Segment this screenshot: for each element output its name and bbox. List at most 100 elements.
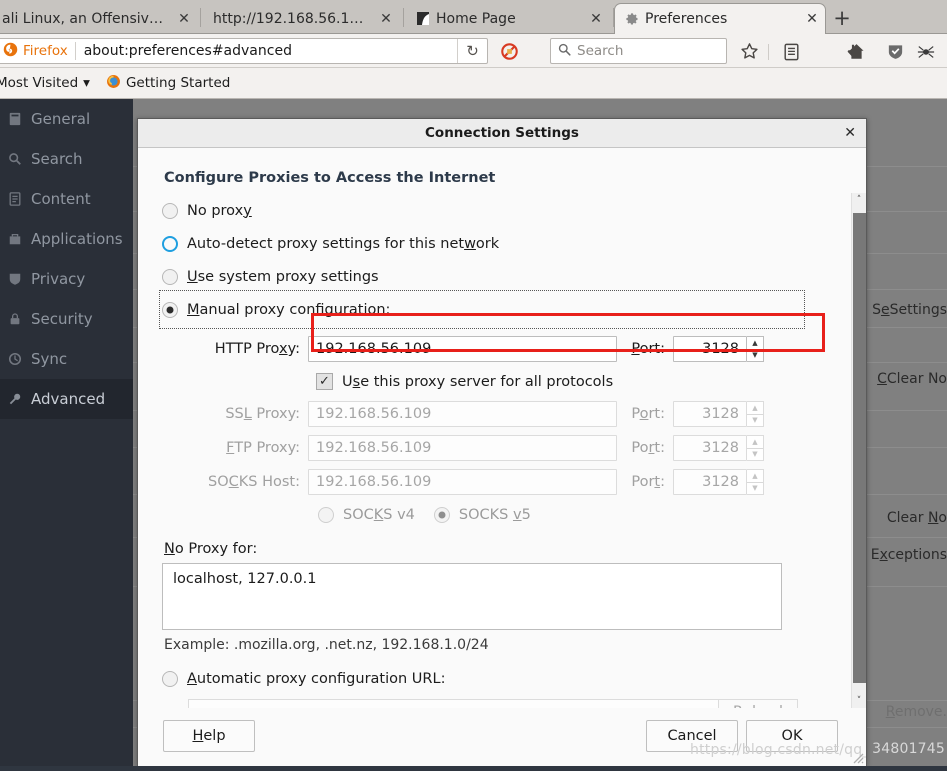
radio-manual-config[interactable]: Manual proxy configuration: [159, 290, 805, 329]
spinner-down-icon[interactable]: ▼ [747, 415, 763, 427]
ssl-port-spinner[interactable]: 3128 ▲ ▼ [673, 401, 764, 427]
library-icon[interactable] [780, 41, 802, 62]
window-bottom-bar [0, 766, 947, 771]
background-button-settings[interactable]: SeSettings [872, 302, 947, 318]
sidebar-item-advanced[interactable]: Advanced [0, 379, 133, 419]
bookmarks-toolbar: Most Visited ▾ Getting Started [0, 68, 947, 99]
url-text[interactable]: about:preferences#advanced [76, 43, 457, 59]
noscript-icon[interactable] [498, 41, 520, 62]
socks-port-spinner[interactable]: 3128 ▲ ▼ [673, 469, 764, 495]
close-icon[interactable]: ✕ [805, 11, 819, 27]
url-bar[interactable]: Firefox about:preferences#advanced ↻ [0, 38, 488, 64]
spinner-down-icon[interactable]: ▼ [747, 483, 763, 495]
close-icon[interactable]: ✕ [177, 11, 191, 27]
tab-separator [200, 8, 201, 27]
resize-grip[interactable] [851, 751, 864, 764]
background-button-exceptions[interactable]: Exceptions [871, 547, 947, 563]
sidebar-item-content[interactable]: Content [0, 179, 133, 219]
watermark-url: https://blog.csdn.net/qq_ [690, 742, 866, 758]
bookmark-getting-started[interactable]: Getting Started [100, 71, 236, 96]
background-button-clear-now-2[interactable]: Clear No [887, 510, 947, 526]
radio-socks-v4[interactable] [318, 507, 334, 523]
spider-icon[interactable] [915, 41, 937, 62]
spinner-up-icon[interactable]: ▲ [747, 436, 763, 449]
ftp-proxy-input[interactable]: 192.168.56.109 [308, 435, 617, 461]
http-port-spinner[interactable]: 3128 ▲ ▼ [673, 336, 764, 362]
search-bar[interactable]: Search [550, 38, 727, 64]
shield-icon[interactable] [884, 41, 906, 62]
radio-indicator[interactable] [162, 301, 178, 318]
spinner-up-icon[interactable]: ▲ [747, 470, 763, 483]
sidebar-item-security[interactable]: Security [0, 299, 133, 339]
privacy-icon [8, 272, 22, 286]
radio-indicator[interactable] [162, 268, 178, 285]
no-proxy-for-textarea[interactable]: localhost, 127.0.0.1 [162, 563, 782, 630]
scroll-up-icon[interactable]: ˄ [852, 193, 866, 207]
socks-host-input[interactable]: 192.168.56.109 [308, 469, 617, 495]
scroll-down-icon[interactable]: ˅ [852, 694, 866, 708]
radio-auto-detect[interactable]: Auto-detect proxy settings for this netw… [162, 227, 848, 260]
bookmark-most-visited[interactable]: Most Visited ▾ [0, 72, 96, 94]
radio-no-proxy[interactable]: No proxy [162, 194, 848, 227]
help-button[interactable]: Help [163, 720, 255, 752]
sidebar-item-search[interactable]: Search [0, 139, 133, 179]
use-for-all-protocols-row[interactable]: ✓ Use this proxy server for all protocol… [162, 366, 848, 397]
spinner-buttons[interactable]: ▲ ▼ [747, 336, 764, 362]
close-icon[interactable]: ✕ [589, 11, 603, 27]
spinner-buttons[interactable]: ▲ ▼ [747, 401, 764, 427]
close-icon[interactable]: ✕ [844, 125, 856, 141]
sidebar-item-privacy[interactable]: Privacy [0, 259, 133, 299]
browser-tab-2[interactable]: Home Page ✕ [406, 4, 609, 34]
new-tab-button[interactable]: + [828, 5, 856, 31]
dialog-scroll-pane: Configure Proxies to Access the Internet… [138, 148, 866, 766]
socks-port-input[interactable]: 3128 [673, 469, 747, 495]
radio-indicator[interactable] [162, 202, 178, 219]
dialog-scrollbar[interactable]: ˄ ˅ [851, 193, 866, 708]
tab-label: ali Linux, an Offensive S... [2, 11, 169, 27]
sidebar-item-label: Applications [31, 230, 123, 248]
spinner-up-icon[interactable]: ▲ [747, 337, 763, 350]
use-for-all-checkbox[interactable]: ✓ [316, 373, 333, 390]
bookmark-star-icon[interactable] [738, 41, 760, 62]
radio-indicator[interactable] [162, 670, 178, 687]
close-icon[interactable]: ✕ [379, 11, 393, 27]
preferences-sidebar: General Search Content Applications Priv… [0, 99, 133, 771]
scrollbar-thumb[interactable] [853, 213, 866, 683]
background-button-clear-now-1[interactable]: CClear No [877, 371, 947, 387]
sidebar-item-applications[interactable]: Applications [0, 219, 133, 259]
home-icon[interactable] [845, 41, 867, 62]
spinner-down-icon[interactable]: ▼ [747, 350, 763, 362]
ftp-port-spinner[interactable]: 3128 ▲ ▼ [673, 435, 764, 461]
http-port-input[interactable]: 3128 [673, 336, 747, 362]
spinner-buttons[interactable]: ▲ ▼ [747, 435, 764, 461]
tab-label: http://192.168.56.109/ [213, 11, 371, 27]
browser-tab-0[interactable]: ali Linux, an Offensive S... ✕ [0, 4, 197, 34]
reload-icon[interactable]: ↻ [457, 39, 487, 63]
chevron-down-icon: ▾ [83, 75, 90, 91]
browser-tab-3[interactable]: Preferences ✕ [614, 3, 826, 34]
spinner-up-icon[interactable]: ▲ [747, 402, 763, 415]
radio-socks-v5[interactable] [433, 507, 450, 523]
accel-char: H [192, 728, 204, 744]
accel-char: y [243, 202, 252, 219]
background-button-remove[interactable]: Remove. [886, 704, 947, 720]
identity-box[interactable]: Firefox [0, 42, 75, 61]
sidebar-item-sync[interactable]: Sync [0, 339, 133, 379]
accel-char: x [278, 341, 288, 357]
dialog-title: Connection Settings [425, 125, 579, 141]
browser-tab-1[interactable]: http://192.168.56.109/ ✕ [203, 4, 399, 34]
ftp-proxy-label: FTP Proxy: [226, 440, 300, 456]
radio-automatic-pac[interactable]: Automatic proxy configuration URL: [162, 662, 848, 695]
ssl-port-input[interactable]: 3128 [673, 401, 747, 427]
search-input[interactable]: Search [577, 43, 623, 59]
sidebar-item-general[interactable]: General [0, 99, 133, 139]
ftp-port-input[interactable]: 3128 [673, 435, 747, 461]
accel-char: P [631, 341, 640, 357]
spinner-down-icon[interactable]: ▼ [747, 449, 763, 461]
radio-indicator[interactable] [162, 235, 178, 252]
http-proxy-input[interactable]: 192.168.56.109 [308, 336, 617, 362]
radio-use-system[interactable]: Use system proxy settings [162, 260, 848, 293]
socks-port-label: Port: [631, 474, 665, 490]
ssl-proxy-input[interactable]: 192.168.56.109 [308, 401, 617, 427]
spinner-buttons[interactable]: ▲ ▼ [747, 469, 764, 495]
